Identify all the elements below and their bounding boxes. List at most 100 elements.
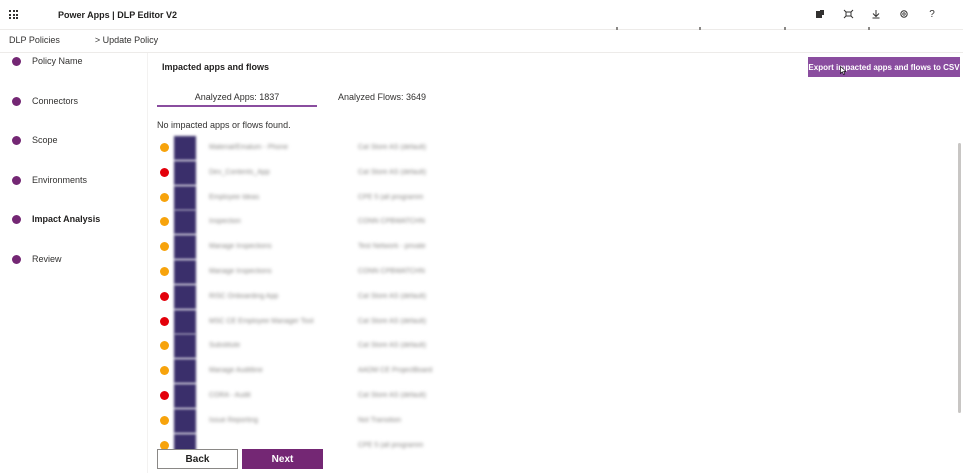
status-warning-icon <box>160 366 169 376</box>
steps-divider <box>147 53 148 473</box>
item-environment: CPE 5 (all programm <box>358 441 424 449</box>
app-thumbnail-icon <box>174 359 196 384</box>
step-environments[interactable]: Environments <box>12 175 147 215</box>
app-thumbnail-icon <box>174 210 196 235</box>
item-environment: CONN CPBWATCHN <box>358 218 425 226</box>
item-name: Manage Inspections <box>209 267 272 275</box>
step-policy-name[interactable]: Policy Name <box>12 56 147 96</box>
item-environment: Cat Store AS (default) <box>358 168 427 176</box>
download-icon[interactable] <box>869 7 883 21</box>
list-item[interactable]: Material/Emalum - Phone Cat Store AS (def… <box>157 135 457 160</box>
empty-message: No impacted apps or flows found. <box>157 120 291 130</box>
list-item[interactable]: Manage Inspections Test Network - private <box>157 234 457 260</box>
toolbar-tick-marks <box>616 27 916 31</box>
item-environment: AADM CE ProjectBoard <box>358 367 433 375</box>
list-item[interactable]: Dev_Contents_App Cat Store AS (default) <box>157 160 457 185</box>
list-item[interactable]: Manage Auditline AADM CE ProjectBoard <box>157 358 457 384</box>
back-button[interactable]: Back <box>157 449 238 469</box>
app-thumbnail-icon <box>174 334 196 359</box>
item-name: CORA - Audit <box>209 391 251 399</box>
item-environment: Cat Store AS (default) <box>358 292 427 300</box>
step-label: Policy Name <box>32 56 83 66</box>
step-label: Impact Analysis <box>32 214 101 225</box>
step-scope[interactable]: Scope <box>12 135 147 175</box>
item-name: Substitute <box>209 342 241 350</box>
status-error-icon <box>160 390 169 400</box>
step-dot-icon <box>12 57 21 66</box>
mouse-cursor-icon <box>840 66 847 75</box>
step-dot-icon <box>12 254 21 264</box>
impacted-list: Material/Emalum - Phone Cat Store AS (def… <box>157 135 457 458</box>
presence-icon[interactable] <box>841 7 855 21</box>
copilot-icon[interactable] <box>813 7 827 21</box>
next-button[interactable]: Next <box>242 449 323 469</box>
gear-icon[interactable] <box>897 7 911 21</box>
app-thumbnail-icon <box>174 259 196 284</box>
app-thumbnail-icon <box>174 160 196 185</box>
item-name: Manage Auditline <box>209 367 263 375</box>
analysis-tabs: Analyzed Apps: 1837 Analyzed Flows: 3649 <box>157 88 457 108</box>
step-label: Connectors <box>32 95 79 106</box>
help-icon[interactable]: ? <box>925 7 939 21</box>
item-environment: CONN CPBWATCHN <box>358 267 425 275</box>
item-environment: Cat Store AS (default) <box>358 342 427 350</box>
status-warning-icon <box>160 242 169 252</box>
section-title: Impacted apps and flows <box>162 62 270 72</box>
status-error-icon <box>160 167 169 177</box>
status-warning-icon <box>160 143 169 152</box>
item-name: Issue Reporting <box>209 416 259 424</box>
top-bar: Power Apps | DLP Editor V2 ? <box>0 0 963 30</box>
step-dot-icon <box>12 136 21 146</box>
item-environment: Not Transition <box>358 416 402 424</box>
item-environment: Cat Store AS (default) <box>358 144 427 151</box>
item-environment: Test Network - private <box>358 243 426 251</box>
app-thumbnail-icon <box>174 309 196 334</box>
item-name: RISC Onboarding App <box>209 292 279 300</box>
app-thumbnail-icon <box>174 408 196 433</box>
item-name: Material/Emalum - Phone <box>209 144 288 151</box>
item-environment: Cat Store AS (default) <box>358 391 427 399</box>
item-environment: Cat Store AS (default) <box>358 317 427 325</box>
list-item[interactable]: Manage Inspections CONN CPBWATCHN <box>157 259 457 284</box>
tab-analyzed-flows[interactable]: Analyzed Flows: 3649 <box>317 88 447 106</box>
tab-analyzed-apps[interactable]: Analyzed Apps: 1837 <box>157 88 317 106</box>
app-title: Power Apps | DLP Editor V2 <box>58 10 178 20</box>
status-warning-icon <box>160 266 169 276</box>
breadcrumb-dlp-policies[interactable]: DLP Policies <box>9 35 60 45</box>
status-error-icon <box>160 291 169 301</box>
list-item[interactable]: MSC CE Employee Manager Tool Cat Store AS… <box>157 309 457 334</box>
list-item[interactable]: Issue Reporting Not Transition <box>157 408 457 433</box>
status-warning-icon <box>160 217 169 227</box>
list-item[interactable]: CORA - Audit Cat Store AS (default) <box>157 383 457 408</box>
export-csv-button[interactable]: Export impacted apps and flows to CSV <box>808 57 960 77</box>
step-dot-icon <box>12 215 21 225</box>
step-review[interactable]: Review <box>12 254 147 294</box>
step-connectors[interactable]: Connectors <box>12 96 147 136</box>
status-error-icon <box>160 316 169 326</box>
app-thumbnail-icon <box>174 136 196 160</box>
item-name: Manage Inspections <box>209 243 272 251</box>
status-warning-icon <box>160 341 169 351</box>
breadcrumb-divider <box>0 52 963 53</box>
item-name: MSC CE Employee Manager Tool <box>209 317 314 325</box>
list-item[interactable]: Substitute Cat Store AS (default) <box>157 333 457 359</box>
item-environment: CPE 5 (all programm <box>358 193 424 201</box>
list-item[interactable]: RISC Onboarding App Cat Store AS (default… <box>157 284 457 309</box>
top-icons: ? <box>813 7 939 21</box>
scrollbar-thumb[interactable] <box>958 143 961 413</box>
selected-tab-indicator <box>157 105 317 107</box>
breadcrumb: DLP Policies > Update Policy <box>9 35 158 45</box>
item-name: Dev_Contents_App <box>209 168 270 176</box>
item-name: Inspection <box>209 218 241 226</box>
list-item[interactable]: Inspection CONN CPBWATCHN <box>157 209 457 235</box>
breadcrumb-update-policy: > Update Policy <box>94 35 159 45</box>
app-launcher-icon[interactable] <box>9 10 18 19</box>
step-label: Environments <box>32 174 88 185</box>
list-item[interactable]: Employee Ideas CPE 5 (all programm <box>157 185 457 210</box>
app-thumbnail-icon <box>174 383 196 408</box>
app-thumbnail-icon <box>174 284 196 309</box>
step-dot-icon <box>12 96 21 106</box>
step-impact-analysis[interactable]: Impact Analysis <box>12 214 147 254</box>
step-label: Review <box>32 253 62 264</box>
app-thumbnail-icon <box>174 235 196 260</box>
